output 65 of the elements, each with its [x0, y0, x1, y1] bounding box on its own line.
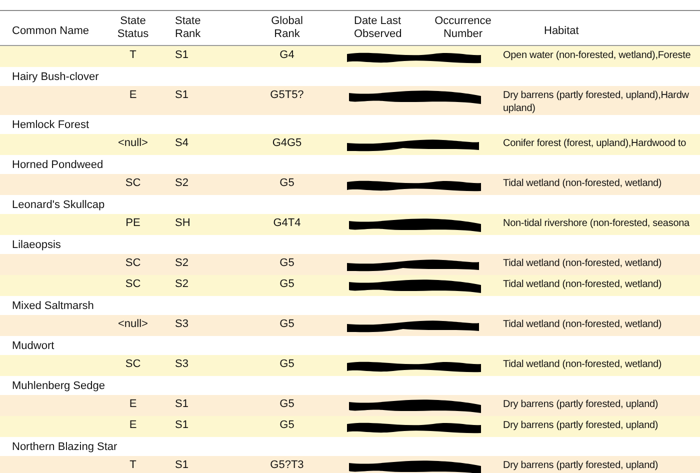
- table-cell: SC: [125, 257, 141, 269]
- table-cell: PE: [126, 217, 140, 229]
- table-cell: S1: [175, 398, 188, 410]
- column-header: State Status: [116, 15, 150, 41]
- table-cell: SH: [175, 217, 190, 229]
- habitat-text: Tidal wetland (non-forested, wetland): [503, 279, 662, 290]
- table-cell: G5: [280, 358, 294, 370]
- table-cell: S2: [175, 257, 188, 269]
- table-cell: T: [130, 459, 136, 471]
- habitat-text: Tidal wetland (non-forested, wetland): [503, 359, 662, 370]
- table-cell: S4: [175, 137, 188, 149]
- table-cell: G5T5?: [270, 89, 304, 101]
- habitat-text: Open water (non-forested, wetland),Foreste: [503, 50, 691, 61]
- table-cell: S2: [175, 177, 188, 189]
- table-cell: S1: [175, 419, 188, 431]
- table-cell: G5: [280, 278, 294, 290]
- column-header: Date Last Observed: [354, 15, 403, 41]
- group-name: Lilaeopsis: [12, 238, 61, 253]
- table-cell: S2: [175, 278, 188, 290]
- group-name: Mixed Saltmarsh: [12, 298, 94, 314]
- table-cell: G5: [280, 257, 294, 269]
- habitat-text: Conifer forest (forest, upland),Hardwood to: [503, 138, 686, 149]
- table-cell: SC: [125, 177, 141, 189]
- table-cell: G4G5: [272, 137, 302, 149]
- habitat-text: Non-tidal rivershore (non-forested, seasona: [503, 218, 690, 229]
- table-cell: E: [129, 398, 137, 410]
- group-name: Leonard's Skullcap: [12, 198, 105, 213]
- table-cell: S3: [175, 318, 188, 330]
- table-cell: S1: [175, 49, 188, 61]
- table-cell: S1: [175, 459, 188, 471]
- habitat-text: Tidal wetland (non-forested, wetland): [503, 258, 662, 269]
- table-cell: S3: [175, 358, 188, 370]
- habitat-text: upland): [503, 103, 536, 114]
- table-cell: S1: [175, 89, 188, 101]
- table-cell: E: [129, 419, 137, 431]
- habitat-text: Dry barrens (partly forested, upland),Hardw: [503, 90, 689, 101]
- group-name: Mudwort: [12, 338, 54, 354]
- habitat-text: Tidal wetland (non-forested, wetland): [503, 178, 662, 189]
- table-cell: E: [129, 89, 137, 101]
- column-header: Occurrence Number: [434, 15, 492, 41]
- habitat-text: Dry barrens (partly forested, upland): [503, 460, 658, 471]
- table-cell: G5: [280, 398, 294, 410]
- group-name: Hemlock Forest: [12, 118, 90, 133]
- group-name: Hairy Bush-clover: [12, 70, 99, 85]
- table-cell: SC: [125, 358, 141, 370]
- group-name: Muhlenberg Sedge: [12, 378, 105, 394]
- habitat-text: Tidal wetland (non-forested, wetland): [503, 319, 662, 330]
- habitat-text: Dry barrens (partly forested, upland): [503, 420, 658, 431]
- habitat-text: Dry barrens (partly forested, upland): [503, 399, 658, 410]
- table-cell: G5: [280, 177, 294, 189]
- group-name: Horned Pondweed: [12, 158, 104, 173]
- table-cell: G4T4: [273, 217, 301, 229]
- table-cell: <null>: [118, 137, 148, 149]
- table-cell: G4: [280, 49, 294, 61]
- column-header: Common Name: [12, 24, 90, 38]
- column-header: State Rank: [175, 15, 202, 41]
- column-header: Global Rank: [270, 15, 304, 41]
- table-cell: G5: [280, 419, 294, 431]
- table-cell: G5?T3: [270, 459, 304, 471]
- table-cell: SC: [125, 278, 141, 290]
- column-header: Habitat: [544, 24, 579, 38]
- group-name: Northern Blazing Star: [12, 440, 118, 455]
- table-cell: G5: [280, 318, 294, 330]
- table-cell: <null>: [118, 318, 148, 330]
- table-cell: T: [130, 49, 136, 61]
